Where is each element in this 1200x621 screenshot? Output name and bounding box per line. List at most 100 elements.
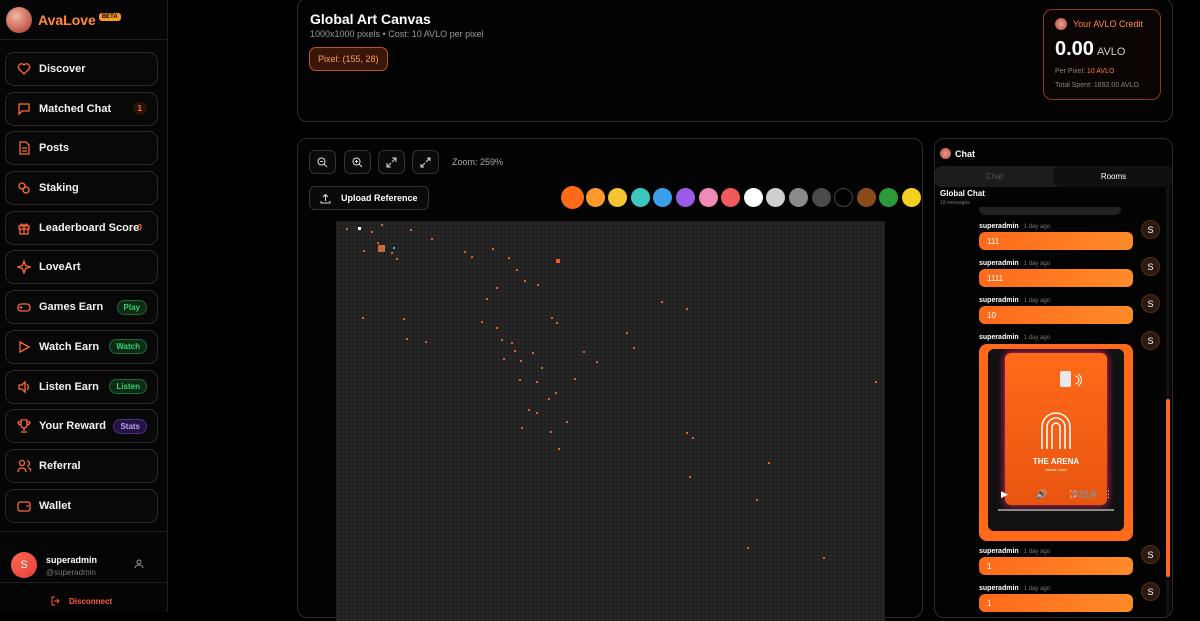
chat-message: superadmin 1 day ago 1111 — [979, 260, 1133, 287]
message-bubble: 10 — [979, 306, 1133, 324]
painted-pixel — [551, 317, 553, 319]
color-swatch[interactable] — [630, 188, 650, 207]
upload-reference-button[interactable]: Upload Reference — [309, 186, 429, 210]
color-swatch[interactable] — [743, 188, 763, 207]
message-time: 1 day ago — [1023, 586, 1051, 592]
volume-icon[interactable]: 🔊 — [1036, 489, 1047, 500]
color-swatch[interactable] — [698, 188, 718, 207]
canvas-panel: Zoom: 259% Upload Reference — [297, 138, 925, 621]
credit-title-text: Your AVLO Credit — [1073, 19, 1144, 29]
sidebar-item-discover[interactable]: Discover — [5, 52, 158, 86]
fit-screen-button[interactable] — [378, 150, 405, 174]
sidebar-item-leaderboard-score[interactable]: Leaderboard Score 0 — [5, 210, 158, 245]
painted-pixel — [371, 231, 373, 233]
sidebar-item-matched-chat[interactable]: Matched Chat 1 — [5, 91, 158, 126]
chat-logo-icon — [940, 148, 951, 159]
sidebar-item-loveart[interactable]: LoveArt — [5, 250, 158, 285]
color-swatch[interactable] — [901, 188, 921, 207]
sidebar-item-wallet[interactable]: Wallet — [5, 488, 158, 523]
avatar[interactable]: S — [1141, 220, 1160, 239]
color-swatch[interactable] — [675, 188, 695, 207]
tab-rooms[interactable]: Rooms — [1054, 166, 1172, 187]
chat-scrollbar[interactable] — [1166, 399, 1170, 577]
painted-pixel — [536, 412, 538, 414]
card-image: THE ARENA Meme Card VISA — [1005, 353, 1107, 505]
painted-pixel — [514, 350, 516, 352]
chat-icon — [18, 103, 30, 116]
color-swatch[interactable] — [856, 188, 876, 207]
tab-chat[interactable]: Chat — [935, 166, 1054, 187]
sidebar-item-staking[interactable]: Staking — [5, 171, 158, 206]
beta-badge: BETA — [98, 12, 121, 21]
painted-pixel — [596, 361, 598, 363]
credit-amount-value: 0.00 — [1055, 38, 1094, 60]
avatar[interactable]: S — [1141, 294, 1160, 313]
zoom-out-button[interactable] — [309, 150, 336, 174]
color-swatch[interactable] — [563, 188, 582, 207]
chat-tabs: Chat Rooms — [935, 166, 1172, 187]
heart-icon — [17, 63, 31, 75]
gift-icon — [18, 223, 30, 235]
avatar[interactable]: S — [1141, 331, 1160, 350]
pixel-coordinate-badge: Pixel: (155, 28) — [309, 47, 388, 71]
tag-badge: Stats — [113, 418, 147, 434]
logo[interactable]: AvaLove BETA — [0, 0, 167, 40]
color-swatch[interactable] — [608, 188, 628, 207]
users-icon — [17, 459, 31, 472]
disconnect-button[interactable]: Disconnect — [51, 596, 112, 606]
play-icon — [19, 340, 31, 353]
video-player[interactable]: THE ARENA Meme Card VISA ▶ 🔊 ⛶ ⋮ — [988, 349, 1124, 531]
fullscreen-button[interactable] — [412, 150, 439, 174]
message-bubble: 1 — [979, 557, 1133, 575]
avatar[interactable]: S — [1141, 257, 1160, 276]
color-swatch[interactable] — [811, 188, 831, 207]
video-progress-bar[interactable] — [998, 509, 1114, 511]
user-name: superadmin — [46, 555, 98, 565]
count-badge: 1 — [132, 102, 147, 116]
color-swatch[interactable] — [766, 188, 786, 207]
message-username: superadmin — [979, 297, 1019, 304]
user-profile[interactable]: S superadmin @superadmin — [0, 531, 168, 583]
painted-pixel — [496, 327, 498, 329]
painted-pixel — [583, 351, 585, 353]
message-time: 1 day ago — [1023, 549, 1051, 555]
sidebar-item-label: Games Earn — [39, 301, 104, 314]
color-palette — [563, 188, 925, 207]
color-swatch[interactable] — [721, 188, 741, 207]
sidebar-item-your-reward[interactable]: Your Reward Stats — [5, 409, 158, 444]
previous-message-bubble — [979, 207, 1121, 215]
fullscreen-icon[interactable]: ⛶ — [1070, 489, 1076, 500]
sidebar-item-label: Wallet — [39, 499, 71, 512]
painted-pixel — [574, 378, 576, 380]
color-swatch[interactable] — [834, 188, 854, 207]
avatar[interactable]: S — [1141, 545, 1160, 564]
color-swatch[interactable] — [788, 188, 808, 207]
avatar[interactable]: S — [1141, 582, 1160, 601]
zoom-level: Zoom: 259% — [452, 157, 504, 167]
painted-pixel — [406, 338, 408, 340]
zoom-out-icon — [317, 157, 328, 167]
sidebar-item-posts[interactable]: Posts — [5, 131, 158, 166]
sidebar-item-label: Posts — [39, 142, 69, 155]
sidebar-item-watch-earn[interactable]: Watch Earn Watch — [5, 329, 158, 364]
sidebar-item-label: Listen Earn — [39, 380, 99, 393]
app-name: AvaLove — [38, 11, 96, 28]
sidebar-item-games-earn[interactable]: Games Earn Play — [5, 290, 158, 325]
color-swatch[interactable] — [585, 188, 605, 207]
painted-pixel — [556, 322, 558, 324]
sidebar-item-label: Matched Chat — [39, 102, 112, 115]
pixel-canvas[interactable] — [336, 221, 885, 621]
play-icon[interactable]: ▶ — [1001, 489, 1008, 500]
painted-pixel — [431, 238, 433, 240]
sidebar-item-listen-earn[interactable]: Listen Earn Listen — [5, 369, 158, 404]
sidebar-item-referral[interactable]: Referral — [5, 448, 158, 483]
painted-pixel — [492, 248, 494, 250]
canvas-subtitle: 1000x1000 pixels • Cost: 10 AVLO per pix… — [310, 29, 484, 39]
sidebar: AvaLove BETA Discover Matched Chat 1 Posts S… — [0, 0, 168, 612]
user-icon[interactable] — [134, 559, 144, 569]
painted-pixel — [528, 409, 530, 411]
more-options-icon[interactable]: ⋮ — [1104, 489, 1113, 500]
zoom-in-button[interactable] — [344, 150, 371, 174]
color-swatch[interactable] — [879, 188, 899, 207]
color-swatch[interactable] — [653, 188, 673, 207]
